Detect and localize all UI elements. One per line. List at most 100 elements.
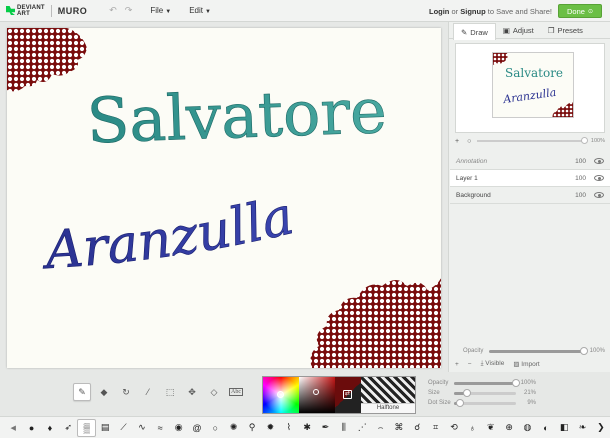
signup-link[interactable]: Signup [460, 7, 485, 16]
layer-actions: + − ⤓ Visible ▨ Import [455, 360, 540, 368]
swirl-brush[interactable]: ⌘ [390, 419, 408, 437]
halftone-brush[interactable]: ▒ [77, 418, 96, 437]
hue-wheel[interactable] [263, 377, 299, 413]
chevron-brush[interactable]: ❯ [592, 419, 610, 437]
wave-brush[interactable]: ≈ [151, 419, 169, 437]
layer-opacity-slider[interactable] [489, 346, 588, 355]
slider-handle[interactable] [455, 398, 464, 407]
brush-preview[interactable]: Halftone [361, 377, 415, 413]
shade-picker[interactable] [299, 377, 335, 413]
circle-brush[interactable]: ◍ [518, 419, 536, 437]
done-button[interactable]: Done ⊙ [558, 4, 602, 18]
layer-opacity-label: Opacity [463, 348, 484, 354]
fill-tool[interactable]: ◇ [205, 383, 223, 401]
canvas-drawing: Salvatore Aranzulla [7, 28, 441, 368]
loop-brush[interactable]: ☌ [408, 419, 426, 437]
splat-brush-icon: ✹ [266, 422, 275, 432]
undo-icon[interactable]: ↶ [109, 5, 117, 16]
dropper-brush[interactable]: ⚲ [243, 419, 261, 437]
star-brush[interactable]: ✱ [298, 419, 316, 437]
preview-thumbnail[interactable]: Salvatore Aranzulla [492, 52, 574, 118]
bristle-brush[interactable]: ⫼ [335, 419, 353, 437]
feather-brush[interactable]: ➶ [59, 419, 77, 437]
drawing-canvas[interactable]: Salvatore Aranzulla [7, 28, 441, 368]
chevron-down-icon: ▼ [165, 9, 172, 15]
feather-brush-icon: ➶ [64, 422, 73, 432]
import-button[interactable]: ▨ Import [513, 360, 539, 368]
zoom-reset-icon[interactable]: ○ [467, 138, 471, 145]
layer-layer-1[interactable]: Layer 1 100 [450, 170, 610, 187]
file-menu[interactable]: File ▼ [150, 6, 171, 15]
slider-track[interactable] [454, 398, 516, 407]
slider-track[interactable] [454, 388, 516, 397]
line-brush-icon: ⟋ [120, 422, 127, 432]
tab-draw[interactable]: ✎ Draw [453, 23, 496, 40]
hue-picker-handle[interactable] [277, 391, 284, 398]
login-link[interactable]: Login [429, 7, 449, 16]
eraser-tool[interactable]: ◆ [95, 383, 113, 401]
smudge-tool[interactable]: ↻ [117, 383, 135, 401]
smudge-icon: ↻ [122, 386, 130, 397]
curl-brush[interactable]: ❧ [573, 419, 591, 437]
brush-dot-size-slider[interactable]: Dot Size 9% [428, 398, 536, 408]
select-tool[interactable]: ⬚ [161, 383, 179, 401]
chain-brush[interactable]: ⟲ [445, 419, 463, 437]
slider-track[interactable] [454, 378, 520, 387]
swap-colors-icon[interactable]: ⇄ [343, 390, 352, 399]
fan-brush[interactable]: ⋰ [353, 419, 371, 437]
visibility-eye-icon[interactable] [594, 158, 604, 164]
brush-tool[interactable]: ✎ [73, 383, 91, 401]
tool-palette: ✎ ◆ ↻ ⁄ ⬚ ✥ ◇ Abc [73, 383, 245, 401]
comb-brush[interactable]: ⌢ [371, 419, 389, 437]
shade-picker-handle[interactable] [313, 389, 319, 395]
spiral-brush[interactable]: @ [188, 419, 206, 437]
layer-background[interactable]: Background 100 [450, 187, 610, 204]
remove-layer-icon[interactable]: − [468, 361, 472, 368]
cross-brush[interactable]: ⊕ [500, 419, 518, 437]
tab-adjust[interactable]: ▣ Adjust [496, 22, 541, 38]
eyedropper-tool[interactable]: ⁄ [139, 383, 157, 401]
lattice-brush[interactable]: ⌗ [426, 419, 444, 437]
zoom-slider[interactable] [477, 137, 588, 144]
current-color-swatch[interactable]: ⇄ [335, 377, 361, 413]
splat-brush[interactable]: ✹ [261, 419, 279, 437]
scribble-brush[interactable]: ∿ [133, 419, 151, 437]
visible-toggle[interactable]: ⤓ Visible [481, 360, 505, 368]
deviantart-logo[interactable]: DEVIANT ART [6, 5, 45, 17]
brush-bar: ◀ ● ♦ ➶ ▒ ▤ ⟋ ∿ ≈ ◉ @ ○ ✺ ⚲ ✹ ⌇ ✱ ✒ ⫼ ⋰ … [0, 416, 610, 438]
zoom-slider-handle[interactable] [580, 137, 588, 144]
brush-size-slider[interactable]: Size 21% [428, 388, 536, 398]
leaf-brush[interactable]: ❦ [482, 419, 500, 437]
slider-handle[interactable] [463, 388, 472, 397]
hatch-brush[interactable]: ▤ [96, 419, 114, 437]
redo-icon[interactable]: ↷ [125, 5, 133, 16]
line-brush[interactable]: ⟋ [114, 419, 132, 437]
half-brush-icon: ◐ [543, 422, 549, 433]
fill-brush[interactable]: ◉ [169, 419, 187, 437]
drip-brush[interactable]: ♁ [463, 419, 481, 437]
tab-presets[interactable]: ❐ Presets [541, 22, 590, 38]
edit-menu[interactable]: Edit ▼ [189, 6, 211, 15]
zoom-in-icon[interactable]: + [455, 138, 459, 145]
grass-brush[interactable]: ⌇ [280, 419, 298, 437]
adjust-icon: ▣ [502, 25, 510, 35]
brush-sliders: Opacity 100% Size 21% Dot Size 9% [428, 378, 536, 408]
slider-handle[interactable] [512, 378, 520, 387]
brush-opacity-slider[interactable]: Opacity 100% [428, 378, 536, 388]
add-layer-icon[interactable]: + [455, 361, 459, 368]
ring-brush[interactable]: ○ [206, 419, 224, 437]
dot-brush[interactable]: ● [22, 419, 40, 437]
move-tool[interactable]: ✥ [183, 383, 201, 401]
eraser-brush[interactable]: ◧ [555, 419, 573, 437]
visibility-eye-icon[interactable] [594, 175, 604, 181]
hatch-brush-icon: ▤ [100, 422, 110, 432]
layer-opacity-handle[interactable] [579, 346, 588, 355]
brush-scroll-left[interactable]: ◀ [4, 419, 22, 437]
text-tool[interactable]: Abc [227, 383, 245, 401]
visibility-eye-icon[interactable] [594, 192, 604, 198]
sponge-brush[interactable]: ✺ [225, 419, 243, 437]
pen-brush[interactable]: ✒ [316, 419, 334, 437]
half-brush[interactable]: ◐ [537, 419, 555, 437]
drop-brush[interactable]: ♦ [41, 419, 59, 437]
layer-annotation[interactable]: Annotation 100 [450, 153, 610, 170]
